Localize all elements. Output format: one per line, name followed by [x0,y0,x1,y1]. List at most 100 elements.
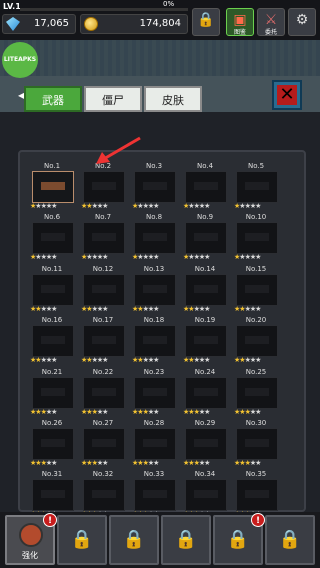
weapon-cell[interactable]: No.30 ★★★★★ [232,419,280,471]
weapon-slot [236,325,278,357]
weapon-cell[interactable]: No.2 ★★★★★ [79,162,127,214]
close-button[interactable]: ✕ [272,80,302,110]
star-rating: ★★★★★ [234,305,282,313]
coin-counter[interactable]: 174,804 [80,14,188,34]
locked-slot[interactable]: 🔒 [109,515,159,565]
star-rating: ★★★★★ [183,202,231,210]
gun-silhouette-icon [41,233,65,241]
star-rating: ★★★★★ [30,305,78,313]
locked-slot[interactable]: 🔒 [57,515,107,565]
tab-weapons[interactable]: 武器 [24,86,82,112]
locked-slot[interactable]: 🔒 [265,515,315,565]
weapon-cell[interactable]: No.29 ★★★★★ [181,419,229,471]
weapon-slot [236,377,278,409]
gun-silhouette-icon [92,182,116,190]
weapon-number: No.24 [194,368,216,376]
weapon-cell[interactable]: No.27 ★★★★★ [79,419,127,471]
weapon-slot [185,479,227,511]
weapon-cell[interactable]: No.6 ★★★★★ [28,213,76,265]
codex-label: 图鉴 [233,29,246,36]
weapon-cell[interactable]: No.20 ★★★★★ [232,316,280,368]
weapon-number: No.23 [143,368,165,376]
star-icon: ★ [51,408,57,416]
weapon-slot [83,428,125,460]
weapon-slot [185,377,227,409]
lock-icon: 🔒 [174,529,198,550]
weapon-slot [236,479,278,511]
star-icon: ★ [255,202,261,210]
gun-silhouette-icon [92,233,116,241]
star-rating: ★★★★★ [132,459,180,467]
lock-button[interactable]: 🔒 [192,8,220,36]
weapon-cell[interactable]: No.23 ★★★★★ [130,368,178,420]
weapon-slot [185,428,227,460]
gun-silhouette-icon [194,233,218,241]
weapon-cell[interactable]: No.22 ★★★★★ [79,368,127,420]
weapon-cell[interactable]: No.18 ★★★★★ [130,316,178,368]
weapon-cell[interactable]: No.21 ★★★★★ [28,368,76,420]
gun-silhouette-icon [41,182,65,190]
weapon-cell[interactable]: No.12 ★★★★★ [79,265,127,317]
weapon-cell[interactable]: No.1 ★★★★★ [28,162,76,214]
weapon-cell[interactable]: No.25 ★★★★★ [232,368,280,420]
star-icon: ★ [255,253,261,261]
weapon-cell[interactable]: No.24 ★★★★★ [181,368,229,420]
weapon-cell[interactable]: No.17 ★★★★★ [79,316,127,368]
weapon-slot [134,171,176,203]
tab-zombies[interactable]: 僵尸 [84,86,142,112]
weapon-cell[interactable]: No.15 ★★★★★ [232,265,280,317]
lock-icon: 🔒 [278,529,302,550]
pointer-arrow [96,136,141,164]
weapon-cell[interactable]: No.28 ★★★★★ [130,419,178,471]
gun-silhouette-icon [41,439,65,447]
gun-silhouette-icon [245,439,269,447]
star-icon: ★ [255,408,261,416]
gem-counter[interactable]: 17,065 [2,14,76,34]
weapon-slot [236,222,278,254]
star-rating: ★★★★★ [132,356,180,364]
gun-silhouette-icon [143,388,167,396]
locked-slot[interactable]: 🔒 [161,515,211,565]
gun-silhouette-icon [41,388,65,396]
diamond-icon [6,17,20,31]
weapon-cell[interactable]: No.9 ★★★★★ [181,213,229,265]
star-icon: ★ [153,305,159,313]
codex-button[interactable]: ▣ 图鉴 [226,8,254,36]
weapon-number: No.15 [245,265,267,273]
gun-silhouette-icon [143,336,167,344]
commission-button[interactable]: ⚔ 委托 [257,8,285,36]
star-icon: ★ [102,408,108,416]
xp-percent: 0% [163,0,175,8]
star-icon: ★ [153,459,159,467]
weapon-cell[interactable]: No.4 ★★★★★ [181,162,229,214]
weapon-cell[interactable]: No.19 ★★★★★ [181,316,229,368]
weapon-cell[interactable]: No.13 ★★★★★ [130,265,178,317]
weapon-number: No.5 [247,162,265,170]
star-icon: ★ [153,202,159,210]
weapon-cell[interactable]: No.11 ★★★★★ [28,265,76,317]
star-rating: ★★★★★ [81,408,129,416]
gas-mask-icon [19,523,43,547]
weapon-slot [32,274,74,306]
weapon-cell[interactable]: No.16 ★★★★★ [28,316,76,368]
weapon-slot [185,222,227,254]
weapon-number: No.10 [245,213,267,221]
weapon-cell[interactable]: No.26 ★★★★★ [28,419,76,471]
weapon-slot [185,325,227,357]
tab-skins[interactable]: 皮肤 [144,86,202,112]
weapon-cell[interactable]: No.7 ★★★★★ [79,213,127,265]
weapon-cell[interactable]: No.3 ★★★★★ [130,162,178,214]
settings-button[interactable]: ⚙ [288,8,316,36]
weapon-cell[interactable]: No.10 ★★★★★ [232,213,280,265]
weapon-number: No.16 [41,316,63,324]
weapon-cell[interactable]: No.14 ★★★★★ [181,265,229,317]
weapon-slot [236,274,278,306]
weapon-cell[interactable]: No.8 ★★★★★ [130,213,178,265]
book-icon: ▣ [233,12,247,28]
weapon-cell[interactable]: No.5 ★★★★★ [232,162,280,214]
star-rating: ★★★★★ [132,253,180,261]
weapon-slot [134,222,176,254]
coin-value: 174,804 [139,18,181,29]
star-rating: ★★★★★ [30,253,78,261]
weapon-number: No.8 [145,213,163,221]
